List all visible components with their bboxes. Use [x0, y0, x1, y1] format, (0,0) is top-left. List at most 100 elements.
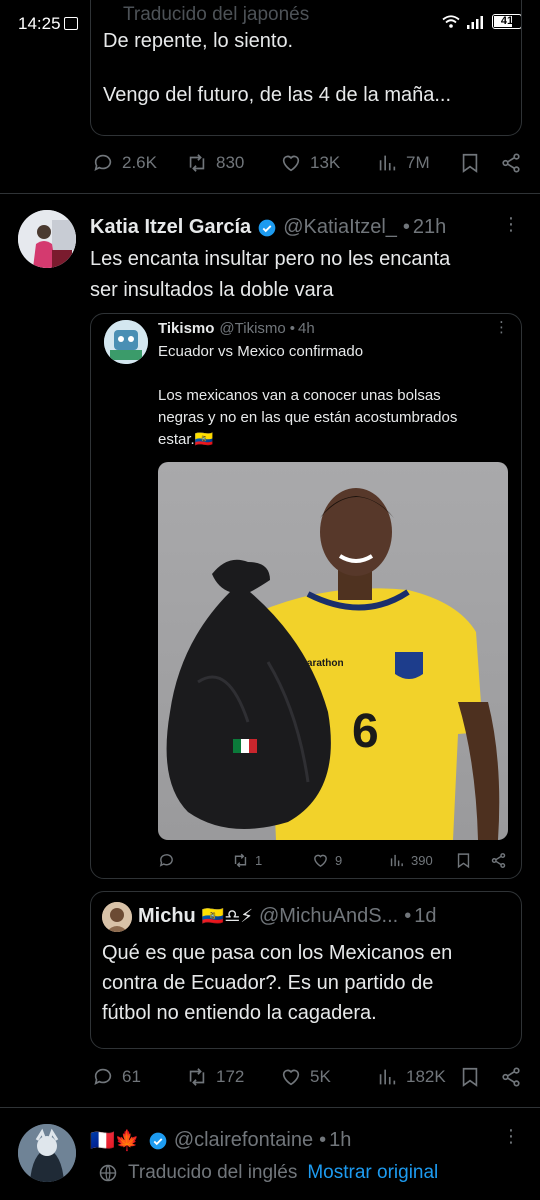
bookmark-icon: [462, 1067, 478, 1087]
bookmark-icon: [457, 853, 470, 869]
share-icon: [502, 153, 520, 173]
dot-separator: •: [289, 320, 296, 337]
author-name[interactable]: Katia Itzel García: [90, 216, 251, 239]
tweet-text-line: ser insultados la doble vara: [90, 279, 334, 301]
views-icon: [379, 155, 396, 171]
retweet-icon: [234, 853, 247, 868]
next-tweet-time[interactable]: 1h: [329, 1129, 351, 1152]
prev-quoted-tweet[interactable]: Traducido del japonés De repente, lo sie…: [90, 0, 522, 136]
reply-count: 61: [122, 1067, 141, 1086]
views-button[interactable]: 182K: [376, 1066, 460, 1088]
reply-quote-text: Qué es que pasa con los Mexicanos en con…: [102, 938, 452, 1028]
quoted-text-line: Vengo del futuro, de las 4 de la maña...: [103, 84, 452, 106]
retweet-button[interactable]: 172: [186, 1066, 280, 1088]
quoted-reply-button[interactable]: [158, 852, 232, 869]
quoted-tweet-time[interactable]: 4h: [298, 320, 315, 337]
quoted-more-icon[interactable]: ⋮: [494, 318, 509, 336]
views-icon: [390, 854, 403, 867]
gallery-notification-icon: [64, 17, 78, 30]
reply-text-line: fútbol no entiendo la cagadera.: [102, 1002, 377, 1024]
quoted-avatar[interactable]: [104, 320, 148, 364]
dot-separator: •: [404, 905, 412, 927]
tweet-photo[interactable]: marathon 6: [158, 462, 508, 840]
quoted-like-button[interactable]: 9: [312, 852, 388, 869]
reply-quote-header: Michu 🇪🇨♎⚡ @MichuAndS... • 1d: [138, 905, 436, 928]
next-avatar[interactable]: [18, 1124, 76, 1182]
verified-badge-icon: [258, 219, 276, 236]
like-button[interactable]: 5K: [280, 1066, 376, 1088]
retweet-count: 172: [216, 1067, 245, 1086]
retweet-button[interactable]: 830: [186, 152, 280, 174]
reply-author-badges: 🇪🇨♎⚡: [201, 906, 253, 926]
quoted-retweet-button[interactable]: 1: [232, 852, 312, 869]
reply-icon: [159, 854, 173, 867]
quoted-share-button[interactable]: [490, 852, 507, 869]
heart-icon: [282, 1069, 300, 1086]
quoted-text-line: De repente, lo siento.: [103, 30, 294, 52]
tweet-divider: [0, 1107, 540, 1108]
main-tweet-actions: 61 172 5K 182K: [92, 1066, 522, 1088]
tweet-time[interactable]: 21h: [413, 216, 446, 239]
reply-button[interactable]: 2.6K: [92, 152, 186, 174]
view-count: 182K: [406, 1067, 446, 1086]
reply-avatar-image: [102, 902, 132, 932]
next-author-flags[interactable]: 🇫🇷🍁: [90, 1128, 140, 1153]
quoted-bookmark-button[interactable]: [456, 852, 490, 869]
quoted-author-handle[interactable]: @Tikismo: [219, 320, 285, 337]
quoted-tweet-header: Tikismo @Tikismo • 4h: [158, 320, 315, 337]
reply-icon: [94, 1068, 112, 1085]
reply-button[interactable]: 61: [92, 1066, 186, 1088]
reply-text-line: Qué es que pasa con los Mexicanos en: [102, 942, 453, 964]
translated-label: Traducido del japonés: [123, 4, 310, 25]
bookmark-button[interactable]: [460, 152, 500, 174]
next-tweet-header: 🇫🇷🍁 @clairefontaine • 1h: [90, 1128, 351, 1153]
views-icon: [379, 1069, 396, 1085]
dot-separator: •: [402, 216, 410, 238]
like-button[interactable]: 13K: [280, 152, 376, 174]
share-button[interactable]: [500, 1066, 522, 1088]
verified-badge-icon: [149, 1132, 167, 1149]
avatar[interactable]: [18, 210, 76, 268]
quoted-like-count: 9: [335, 853, 343, 868]
tweet-text: Les encanta insultar pero no les encanta…: [90, 244, 450, 306]
translate-globe-icon: [99, 1164, 117, 1182]
tweet-text-line: Les encanta insultar pero no les encanta: [90, 248, 451, 270]
more-options-icon[interactable]: ⋮: [502, 214, 520, 235]
heart-icon: [282, 155, 300, 172]
quoted-text-line: Ecuador vs Mexico confirmado: [158, 343, 364, 360]
reply-time[interactable]: 1d: [414, 905, 436, 928]
retweet-icon: [189, 1068, 205, 1086]
next-author-handle[interactable]: @clairefontaine: [174, 1129, 313, 1152]
more-options-icon[interactable]: ⋮: [502, 1126, 520, 1147]
quoted-retweet-count: 1: [255, 853, 263, 868]
next-avatar-image: [18, 1124, 76, 1182]
avatar-image: [18, 210, 76, 268]
retweet-icon: [189, 154, 205, 172]
photo-illustration: marathon 6: [166, 488, 500, 840]
status-time: 14:25: [18, 14, 61, 33]
show-original-link[interactable]: Mostrar original: [307, 1162, 438, 1184]
quoted-text-line: Los mexicanos van a conocer unas bolsas: [158, 387, 441, 404]
quoted-view-count: 390: [411, 853, 433, 868]
quoted-text-line: estar.🇪🇨: [158, 431, 214, 448]
jersey-number: 6: [352, 705, 379, 758]
share-button[interactable]: [500, 152, 522, 174]
reply-author-handle[interactable]: @MichuAndS...: [259, 905, 398, 928]
views-button[interactable]: 7M: [376, 152, 460, 174]
reply-avatar[interactable]: [102, 902, 132, 932]
heart-icon: [314, 854, 327, 868]
tweet-divider: [0, 193, 540, 194]
quoted-tweet-text: Ecuador vs Mexico confirmado Los mexican…: [158, 341, 457, 451]
like-count: 13K: [310, 153, 341, 172]
quoted-views-button[interactable]: 390: [388, 852, 456, 869]
share-icon: [491, 853, 506, 868]
quoted-author-name[interactable]: Tikismo: [158, 320, 214, 337]
translation-bar: Traducido del inglés Mostrar original: [98, 1162, 438, 1184]
bookmark-button[interactable]: [460, 1066, 500, 1088]
author-handle[interactable]: @KatiaItzel_: [283, 216, 397, 239]
bookmark-icon: [462, 153, 478, 173]
quoted-tweet-actions: 1 9 390: [158, 852, 507, 869]
prev-tweet-actions: 2.6K 830 13K 7M: [92, 152, 522, 174]
reply-author-name[interactable]: Michu: [138, 905, 196, 928]
view-count: 7M: [406, 153, 430, 172]
